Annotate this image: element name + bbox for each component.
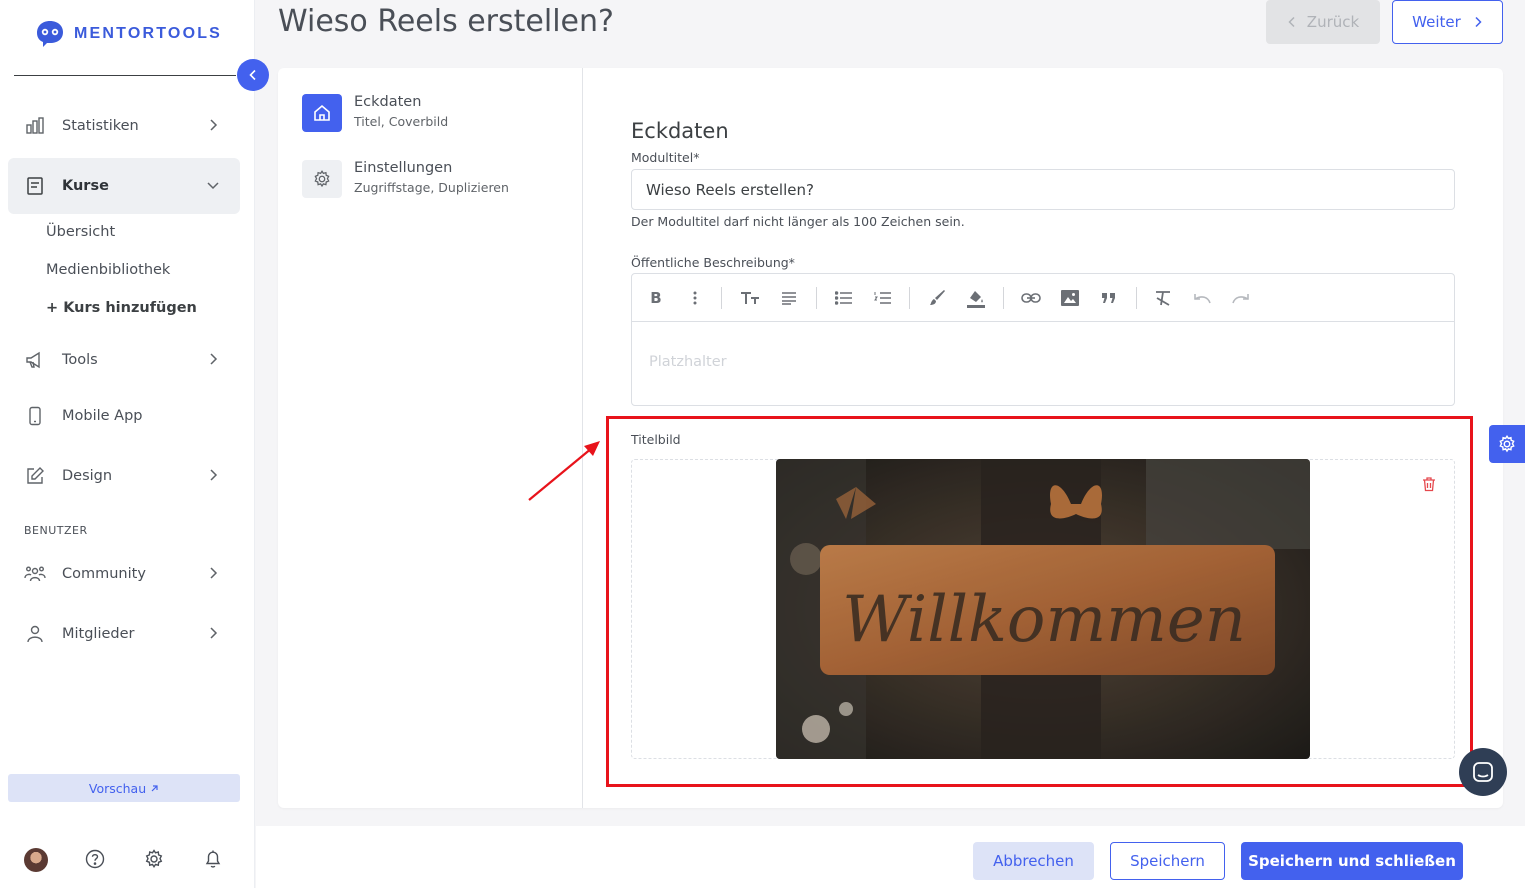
sidebar: MENTORTOOLS Statistiken Kurse Übersicht …	[0, 0, 255, 888]
numbered-list-icon[interactable]	[872, 287, 894, 309]
editor-toolbar: B	[632, 274, 1454, 322]
home-icon	[302, 94, 342, 132]
module-title-label: Modultitel*	[631, 150, 700, 165]
back-button[interactable]: Zurück	[1266, 0, 1380, 44]
fill-color-icon[interactable]	[965, 287, 987, 309]
step-subtitle: Titel, Coverbild	[354, 114, 449, 129]
toolbar-separator	[1136, 287, 1137, 309]
megaphone-icon	[24, 349, 46, 371]
more-vertical-icon[interactable]	[684, 287, 706, 309]
sidebar-item-mitglieder[interactable]: Mitglieder	[8, 606, 240, 662]
sidebar-subitem-uebersicht[interactable]: Übersicht	[46, 224, 115, 240]
link-icon[interactable]	[1020, 287, 1042, 309]
help-icon[interactable]	[84, 848, 106, 870]
sidebar-item-label: Kurse	[62, 178, 109, 194]
sidebar-subitem-medienbibliothek[interactable]: Medienbibliothek	[46, 262, 170, 278]
sidebar-footer-icons	[24, 848, 234, 872]
collapse-sidebar-button[interactable]	[237, 59, 269, 91]
floating-settings-button[interactable]	[1489, 425, 1525, 463]
sidebar-item-label: Tools	[62, 352, 98, 368]
logo[interactable]: MENTORTOOLS	[34, 18, 222, 50]
sidebar-item-mobile-app[interactable]: Mobile App	[8, 388, 240, 444]
toolbar-separator	[909, 287, 910, 309]
font-size-icon[interactable]	[739, 287, 761, 309]
image-icon[interactable]	[1059, 287, 1081, 309]
settings-gear-icon[interactable]	[143, 848, 165, 870]
divider	[14, 75, 236, 76]
next-button[interactable]: Weiter	[1392, 0, 1503, 44]
sidebar-item-label: Statistiken	[62, 118, 139, 134]
step-title: Einstellungen	[354, 160, 453, 176]
step-title: Eckdaten	[354, 94, 422, 110]
sidebar-item-kurse[interactable]: Kurse	[8, 158, 240, 214]
save-button[interactable]: Speichern	[1110, 842, 1225, 880]
chevron-right-icon	[210, 627, 218, 639]
preview-button[interactable]: Vorschau	[8, 774, 240, 802]
avatar[interactable]	[24, 848, 48, 872]
description-label: Öffentliche Beschreibung*	[631, 255, 795, 270]
chevron-right-icon	[210, 567, 218, 579]
step-eckdaten[interactable]: Eckdaten Titel, Coverbild	[302, 94, 448, 132]
align-icon[interactable]	[778, 287, 800, 309]
next-label: Weiter	[1412, 13, 1461, 31]
redo-icon[interactable]	[1230, 287, 1252, 309]
section-title: Eckdaten	[631, 119, 729, 143]
chevron-right-icon	[210, 353, 218, 365]
bar-chart-icon	[24, 115, 46, 137]
toolbar-separator	[721, 287, 722, 309]
edit-icon	[24, 465, 46, 487]
chevron-right-icon	[210, 119, 218, 131]
module-title-value: Wieso Reels erstellen?	[646, 180, 814, 199]
bold-icon[interactable]: B	[645, 287, 667, 309]
logo-text: MENTORTOOLS	[74, 25, 223, 42]
brush-icon[interactable]	[926, 287, 948, 309]
bullet-list-icon[interactable]	[833, 287, 855, 309]
chevron-down-icon	[207, 182, 219, 190]
sidebar-item-tools[interactable]: Tools	[8, 332, 240, 388]
toolbar-separator	[816, 287, 817, 309]
chat-launcher-button[interactable]	[1459, 748, 1507, 796]
back-label: Zurück	[1306, 13, 1360, 31]
chevron-left-icon	[1288, 16, 1295, 28]
toolbar-separator	[1003, 287, 1004, 309]
sidebar-item-label: Community	[62, 566, 146, 582]
editor-placeholder: Platzhalter	[649, 354, 727, 370]
quote-icon[interactable]	[1098, 287, 1120, 309]
sidebar-item-statistiken[interactable]: Statistiken	[8, 98, 240, 154]
sidebar-item-design[interactable]: Design	[8, 448, 240, 504]
step-subtitle: Zugriffstage, Duplizieren	[354, 180, 509, 195]
module-title-hint: Der Modultitel darf nicht länger als 100…	[631, 214, 965, 229]
annotation-arrow-icon	[528, 441, 600, 501]
clear-format-icon[interactable]	[1152, 287, 1174, 309]
section-label-benutzer: BENUTZER	[24, 524, 88, 537]
module-title-input[interactable]: Wieso Reels erstellen?	[631, 169, 1455, 210]
smartphone-icon	[24, 405, 46, 427]
page-title: Wieso Reels erstellen?	[278, 4, 614, 39]
step-einstellungen[interactable]: Einstellungen Zugriffstage, Duplizieren	[302, 160, 509, 198]
bell-icon[interactable]	[202, 848, 224, 870]
users-icon	[24, 563, 46, 585]
description-editor[interactable]: B Platzhalter	[631, 273, 1455, 406]
cancel-button[interactable]: Abbrechen	[973, 842, 1094, 880]
annotation-highlight-box	[606, 416, 1473, 787]
chevron-right-icon	[210, 469, 218, 481]
sidebar-item-label: Design	[62, 468, 113, 484]
sidebar-item-community[interactable]: Community	[8, 546, 240, 602]
sidebar-subitem-add-course[interactable]: + Kurs hinzufügen	[46, 300, 197, 316]
gear-icon	[1499, 434, 1515, 453]
robot-logo-icon	[37, 21, 63, 47]
undo-icon[interactable]	[1191, 287, 1213, 309]
user-icon	[24, 623, 46, 645]
save-and-close-button[interactable]: Speichern und schließen	[1241, 842, 1463, 880]
gear-icon	[302, 160, 342, 198]
book-icon	[24, 175, 46, 197]
sidebar-item-label: Mitglieder	[62, 626, 135, 642]
preview-label: Vorschau	[88, 780, 147, 796]
chevron-left-icon	[249, 69, 256, 81]
chat-icon	[1473, 762, 1493, 782]
chevron-right-icon	[1475, 16, 1482, 28]
sidebar-item-label: Mobile App	[62, 408, 143, 424]
external-link-icon	[151, 784, 158, 791]
